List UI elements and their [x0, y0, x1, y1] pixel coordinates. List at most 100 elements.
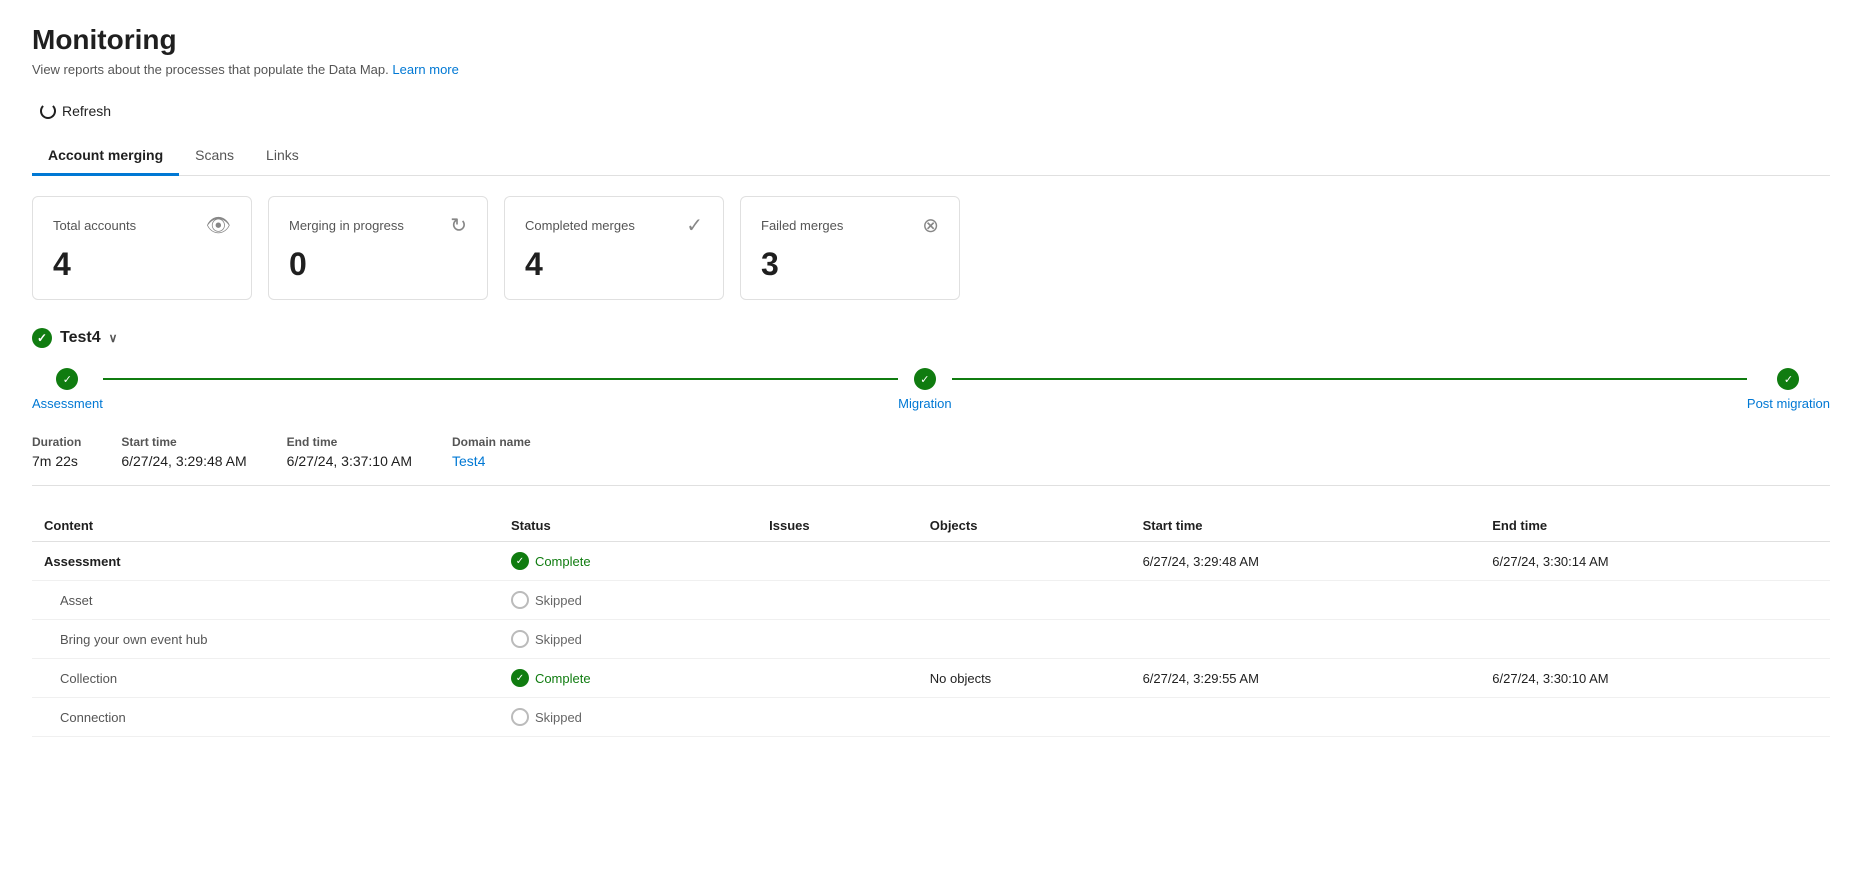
learn-more-link[interactable]: Learn more	[392, 62, 458, 77]
info-start-time: Start time 6/27/24, 3:29:48 AM	[121, 435, 246, 469]
row-4-status: Skipped	[499, 698, 757, 737]
row-2-content: Bring your own event hub	[32, 620, 499, 659]
page-title: Monitoring	[32, 24, 1830, 56]
row-4-start-time	[1131, 698, 1481, 737]
completed-merges-label: Completed merges	[525, 218, 635, 233]
account-name: Test4	[60, 329, 101, 347]
page-header: Monitoring View reports about the proces…	[32, 24, 1830, 77]
row-4-end-time	[1480, 698, 1830, 737]
total-accounts-icon: 👁	[206, 213, 231, 238]
account-info-row: Duration 7m 22s Start time 6/27/24, 3:29…	[32, 435, 1830, 486]
row-2-status: Skipped	[499, 620, 757, 659]
total-accounts-value: 4	[53, 246, 231, 283]
col-start-time: Start time	[1131, 510, 1481, 542]
col-content: Content	[32, 510, 499, 542]
row-2-objects	[918, 620, 1131, 659]
info-duration: Duration 7m 22s	[32, 435, 81, 469]
account-expand-icon[interactable]: ∨	[109, 331, 118, 345]
total-accounts-label: Total accounts	[53, 218, 136, 233]
refresh-button[interactable]: Refresh	[32, 97, 119, 125]
row-2-issues	[757, 620, 918, 659]
merging-in-progress-value: 0	[289, 246, 467, 283]
row-3-objects: No objects	[918, 659, 1131, 698]
row-2-start-time	[1131, 620, 1481, 659]
row-0-end-time: 6/27/24, 3:30:14 AM	[1480, 542, 1830, 581]
step-assessment: ✓ Assessment	[32, 368, 103, 411]
completed-merges-icon: ✓	[686, 213, 703, 238]
step-assessment-label: Assessment	[32, 396, 103, 411]
col-status: Status	[499, 510, 757, 542]
row-1-end-time	[1480, 581, 1830, 620]
col-objects: Objects	[918, 510, 1131, 542]
domain-name-value[interactable]: Test4	[452, 453, 531, 469]
row-1-status: Skipped	[499, 581, 757, 620]
row-0-content: Assessment	[32, 542, 499, 581]
row-0-objects	[918, 542, 1131, 581]
stat-card-failed-merges: Failed merges ⊗ 3	[740, 196, 960, 300]
steps-container: ✓ Assessment ✓ Migration ✓ Post migratio…	[32, 368, 1830, 411]
row-3-start-time: 6/27/24, 3:29:55 AM	[1131, 659, 1481, 698]
step-migration-dot: ✓	[914, 368, 936, 390]
step-line-2	[952, 378, 1747, 380]
tab-scans[interactable]: Scans	[179, 137, 250, 176]
toolbar: Refresh	[32, 97, 1830, 125]
account-section: ✓ Test4 ∨ ✓ Assessment ✓ Migration ✓ Pos…	[32, 328, 1830, 737]
table-row: Asset Skipped	[32, 581, 1830, 620]
duration-label: Duration	[32, 435, 81, 449]
step-post-migration-dot: ✓	[1777, 368, 1799, 390]
row-3-content: Collection	[32, 659, 499, 698]
row-1-content: Asset	[32, 581, 499, 620]
row-3-issues	[757, 659, 918, 698]
tab-links[interactable]: Links	[250, 137, 315, 176]
complete-icon: ✓	[511, 552, 529, 570]
table-row: Collection✓ CompleteNo objects6/27/24, 3…	[32, 659, 1830, 698]
col-end-time: End time	[1480, 510, 1830, 542]
table-row: Bring your own event hub Skipped	[32, 620, 1830, 659]
step-migration: ✓ Migration	[898, 368, 951, 411]
step-post-migration: ✓ Post migration	[1747, 368, 1830, 411]
start-time-value: 6/27/24, 3:29:48 AM	[121, 453, 246, 469]
step-line-1	[103, 378, 898, 380]
table-header-row: Content Status Issues Objects Start time…	[32, 510, 1830, 542]
end-time-value: 6/27/24, 3:37:10 AM	[287, 453, 412, 469]
skipped-icon	[511, 630, 529, 648]
failed-merges-value: 3	[761, 246, 939, 283]
tab-account-merging[interactable]: Account merging	[32, 137, 179, 176]
tabs-bar: Account merging Scans Links	[32, 137, 1830, 176]
stat-card-merging-in-progress: Merging in progress ↻ 0	[268, 196, 488, 300]
account-status-icon: ✓	[32, 328, 52, 348]
step-assessment-dot: ✓	[56, 368, 78, 390]
refresh-icon	[40, 103, 56, 119]
row-0-issues	[757, 542, 918, 581]
row-4-content: Connection	[32, 698, 499, 737]
col-issues: Issues	[757, 510, 918, 542]
row-2-end-time	[1480, 620, 1830, 659]
skipped-icon	[511, 591, 529, 609]
row-1-objects	[918, 581, 1131, 620]
stat-card-total-accounts: Total accounts 👁 4	[32, 196, 252, 300]
row-3-end-time: 6/27/24, 3:30:10 AM	[1480, 659, 1830, 698]
row-3-status: ✓ Complete	[499, 659, 757, 698]
duration-value: 7m 22s	[32, 453, 81, 469]
row-1-start-time	[1131, 581, 1481, 620]
table-row: Connection Skipped	[32, 698, 1830, 737]
skipped-icon	[511, 708, 529, 726]
row-4-issues	[757, 698, 918, 737]
failed-merges-label: Failed merges	[761, 218, 843, 233]
table-row: Assessment✓ Complete6/27/24, 3:29:48 AM6…	[32, 542, 1830, 581]
row-4-objects	[918, 698, 1131, 737]
domain-name-label: Domain name	[452, 435, 531, 449]
merging-in-progress-icon: ↻	[450, 213, 467, 238]
content-table: Content Status Issues Objects Start time…	[32, 510, 1830, 737]
step-post-migration-label: Post migration	[1747, 396, 1830, 411]
account-header: ✓ Test4 ∨	[32, 328, 1830, 348]
end-time-label: End time	[287, 435, 412, 449]
failed-merges-icon: ⊗	[922, 213, 939, 238]
completed-merges-value: 4	[525, 246, 703, 283]
start-time-label: Start time	[121, 435, 246, 449]
stat-card-completed-merges: Completed merges ✓ 4	[504, 196, 724, 300]
row-1-issues	[757, 581, 918, 620]
row-0-status: ✓ Complete	[499, 542, 757, 581]
stats-row: Total accounts 👁 4 Merging in progress ↻…	[32, 196, 1830, 300]
info-end-time: End time 6/27/24, 3:37:10 AM	[287, 435, 412, 469]
